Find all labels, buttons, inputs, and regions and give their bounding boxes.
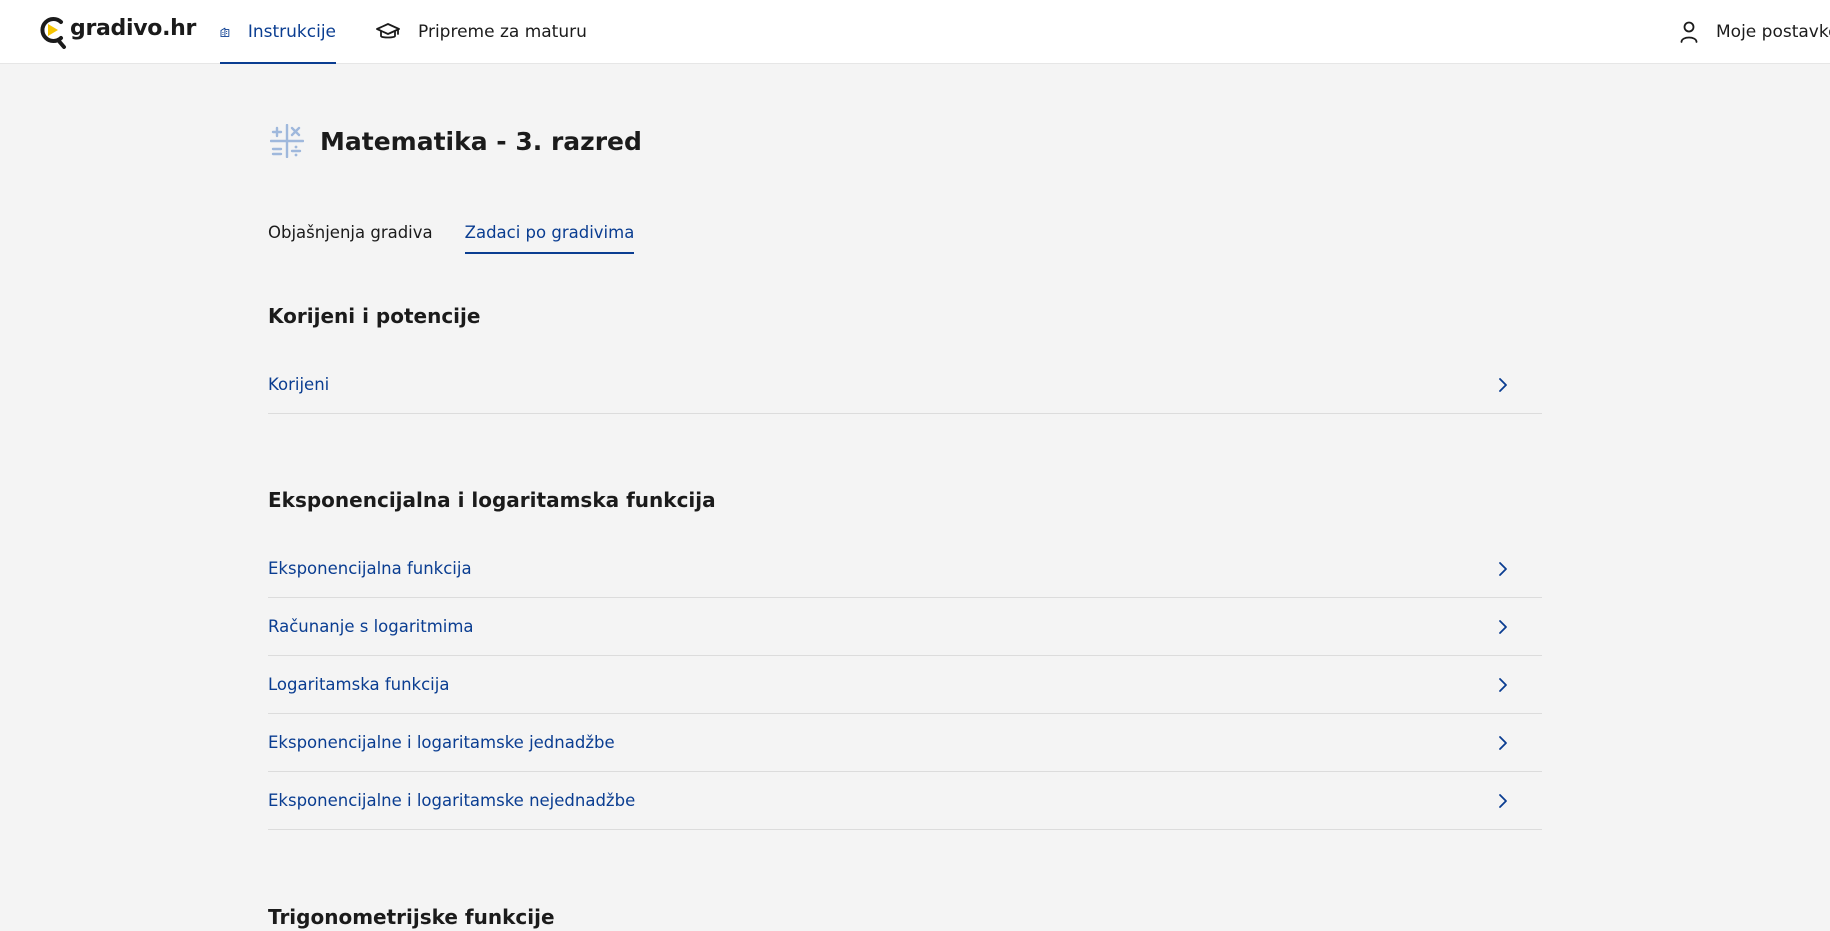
nav-item-instrukcije[interactable]: Instrukcije [220, 0, 336, 64]
section-title: Trigonometrijske funkcije [268, 905, 555, 929]
list-item[interactable]: Eksponencijalna funkcija [268, 540, 1542, 598]
chevron-right-icon [1499, 377, 1507, 392]
math-operators-icon [270, 124, 304, 158]
list-item-label: Eksponencijalna funkcija [268, 559, 472, 578]
chevron-right-icon [1499, 735, 1507, 750]
list-item[interactable]: Korijeni [268, 356, 1542, 414]
list-item-label: Računanje s logaritmima [268, 617, 474, 636]
list-item-label: Eksponencijalne i logaritamske nejednadž… [268, 791, 636, 810]
settings-label: Moje postavke [1716, 22, 1830, 42]
tab-zadaci-po-gradivima[interactable]: Zadaci po gradivima [464, 210, 634, 254]
building-icon [220, 27, 230, 37]
section-title: Korijeni i potencije [268, 304, 481, 328]
logo-mark-icon [40, 17, 66, 49]
list-item[interactable]: Logaritamska funkcija [268, 656, 1542, 714]
graduation-cap-icon [376, 23, 400, 39]
chevron-right-icon [1499, 561, 1507, 576]
list-item[interactable]: Eksponencijalne i logaritamske jednadžbe [268, 714, 1542, 772]
section-title: Eksponencijalna i logaritamska funkcija [268, 488, 716, 512]
page-header: Matematika - 3. razred [270, 124, 642, 158]
chevron-right-icon [1499, 619, 1507, 634]
list-item[interactable]: Eksponencijalne i logaritamske nejednadž… [268, 772, 1542, 830]
logo[interactable]: gradivo.hr [38, 12, 196, 50]
user-icon [1680, 21, 1698, 43]
nav-item-pripreme-za-maturu[interactable]: Pripreme za maturu [376, 0, 587, 64]
list-item[interactable]: Računanje s logaritmima [268, 598, 1542, 656]
list-item-label: Eksponencijalne i logaritamske jednadžbe [268, 733, 615, 752]
topic-list: Korijeni [268, 356, 1542, 414]
nav-item-label: Instrukcije [247, 22, 336, 42]
list-item-label: Korijeni [268, 375, 330, 394]
section-korijeni-i-potencije: Korijeni i potencije Korijeni [268, 296, 1542, 414]
page-title: Matematika - 3. razred [320, 126, 642, 156]
chevron-right-icon [1499, 677, 1507, 692]
list-item-label: Logaritamska funkcija [268, 675, 450, 694]
nav-item-label: Pripreme za maturu [418, 22, 587, 42]
tab-objasnjenja-gradiva[interactable]: Objašnjenja gradiva [268, 210, 433, 254]
topic-list: Eksponencijalna funkcija Računanje s log… [268, 540, 1542, 830]
section-eksponencijalna-i-logaritamska-funkcija: Eksponencijalna i logaritamska funkcija … [268, 480, 1542, 830]
section-trigonometrijske-funkcije: Trigonometrijske funkcije [268, 897, 1542, 931]
top-navigation-bar: gradivo.hr Instrukcije Pripreme za matur… [0, 0, 1830, 64]
logo-text: gradivo.hr [70, 15, 197, 41]
chevron-right-icon [1499, 793, 1507, 808]
content-tabs: Objašnjenja gradiva Zadaci po gradivima [268, 210, 666, 254]
my-settings-link[interactable]: Moje postavke [1680, 0, 1830, 64]
